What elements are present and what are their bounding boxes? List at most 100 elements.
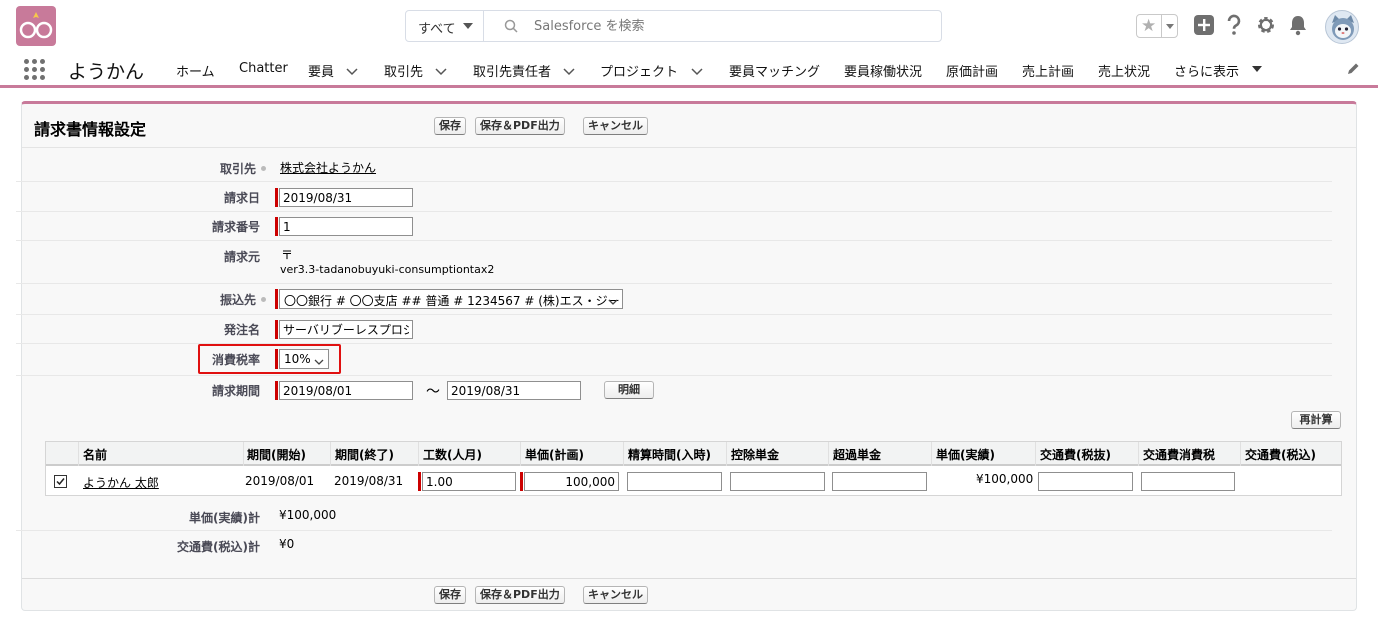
divider — [1161, 15, 1162, 37]
column-header[interactable]: 期間(開始) — [247, 446, 306, 463]
bank-account-selected: 〇〇銀行 # 〇〇支店 ## 普通 # 1234567 # (株)エス・ジー — [284, 294, 620, 308]
order-name-label: 発注名 — [223, 323, 260, 337]
avatar[interactable] — [1325, 10, 1359, 44]
divider — [1240, 442, 1241, 466]
nav-item-member-utilization[interactable]: 要員稼働状況 — [844, 61, 922, 80]
column-header[interactable]: 交通費(税抜) — [1040, 446, 1111, 463]
divider — [931, 442, 932, 466]
app-launcher-icon[interactable] — [24, 59, 48, 81]
divider — [16, 530, 1332, 531]
divider — [726, 442, 727, 466]
manmonth-field[interactable] — [422, 472, 516, 491]
pencil-icon[interactable] — [1346, 62, 1360, 79]
period-start-field[interactable] — [279, 381, 413, 400]
save-button-footer[interactable]: 保存 — [434, 586, 466, 604]
divider — [16, 240, 1332, 241]
column-header[interactable]: 単価(実績) — [936, 446, 995, 463]
divider — [1035, 442, 1036, 466]
nav-item-cost-plan[interactable]: 原価計画 — [946, 61, 998, 80]
travel-ex-tax-field[interactable] — [1038, 472, 1133, 491]
period-end-field[interactable] — [447, 381, 581, 400]
divider — [520, 442, 521, 466]
table-header: 名前 期間(開始) 期間(終了) 工数(人月) 単価(計画) 精算時間(入時) … — [46, 442, 1341, 466]
chevron-down-icon[interactable] — [691, 65, 703, 79]
required-indicator — [275, 381, 278, 400]
cancel-button-footer[interactable]: キャンセル — [583, 586, 648, 604]
org-logo[interactable] — [16, 6, 56, 46]
save-button[interactable]: 保存 — [434, 117, 466, 135]
divider — [1138, 442, 1139, 466]
bell-icon[interactable] — [1288, 14, 1308, 39]
divider — [16, 181, 1332, 182]
divider — [330, 442, 331, 466]
gear-icon[interactable] — [1256, 14, 1276, 39]
divider — [243, 442, 244, 466]
unit-price-plan-field[interactable] — [524, 472, 619, 491]
nav-item-members[interactable]: 要員 — [308, 61, 334, 80]
column-header[interactable]: 単価(計画) — [525, 446, 584, 463]
column-header[interactable]: 控除単金 — [731, 446, 779, 463]
nav-item-sales-plan[interactable]: 売上計画 — [1022, 61, 1074, 80]
nav-item-accounts[interactable]: 取引先 — [384, 61, 423, 80]
order-name-field[interactable] — [279, 320, 413, 339]
account-link[interactable]: 株式会社ようかん — [280, 159, 376, 176]
column-header[interactable]: 交通費消費税 — [1143, 446, 1215, 463]
member-name-link[interactable]: ようかん 太郎 — [83, 474, 159, 491]
invoice-number-field[interactable] — [279, 217, 413, 236]
app-name: ようかん — [68, 61, 145, 83]
star-icon[interactable]: ★ — [1141, 16, 1156, 36]
bank-label: 振込先 — [219, 293, 256, 307]
billing-date-label: 請求日 — [223, 191, 260, 205]
checkmark-icon — [56, 478, 65, 486]
search-input[interactable] — [534, 16, 914, 36]
chevron-down-icon[interactable] — [563, 65, 575, 79]
detail-button[interactable]: 明細 — [604, 381, 654, 399]
save-pdf-button-footer[interactable]: 保存＆PDF出力 — [475, 586, 565, 604]
period-separator: 〜 — [426, 384, 440, 400]
column-header[interactable]: 工数(人月) — [423, 446, 482, 463]
column-header[interactable]: 超過単金 — [833, 446, 881, 463]
favorites-button[interactable]: ★ — [1136, 14, 1178, 38]
bank-account-select[interactable]: 〇〇銀行 # 〇〇支店 ## 普通 # 1234567 # (株)エス・ジー — [279, 289, 623, 309]
nav-item-member-matching[interactable]: 要員マッチング — [729, 61, 820, 80]
app-navigation: ようかん ホーム Chatter 要員 取引先 取引先責任者 プロジェクト 要員… — [0, 52, 1378, 88]
column-header[interactable]: 名前 — [83, 446, 107, 463]
add-icon[interactable] — [1193, 14, 1215, 39]
nav-item-chatter[interactable]: Chatter — [239, 61, 288, 76]
divider — [16, 314, 1332, 315]
chevron-down-icon[interactable] — [346, 65, 358, 79]
travel-tax-field[interactable] — [1141, 472, 1235, 491]
required-indicator — [275, 320, 278, 339]
nav-item-more[interactable]: さらに表示 — [1174, 61, 1239, 80]
unit-actual-total-label: 単価(実績)計 — [189, 511, 260, 525]
column-header[interactable]: 精算時間(入時) — [628, 446, 711, 463]
billing-period-label: 請求期間 — [211, 384, 260, 398]
settlement-hours-field[interactable] — [627, 472, 722, 491]
recalculate-button[interactable]: 再計算 — [1291, 411, 1341, 429]
caret-down-icon[interactable] — [1252, 66, 1262, 72]
nav-item-home[interactable]: ホーム — [176, 61, 215, 80]
column-header[interactable]: 交通費(税込) — [1245, 446, 1316, 463]
chevron-down-icon[interactable] — [1166, 24, 1174, 29]
nav-item-sales-status[interactable]: 売上状況 — [1098, 61, 1150, 80]
column-header[interactable]: 期間(終了) — [335, 446, 394, 463]
period-end-cell: 2019/08/31 — [334, 474, 404, 488]
excess-rate-field[interactable] — [832, 472, 927, 491]
help-icon[interactable] — [1226, 14, 1242, 39]
nav-item-projects[interactable]: プロジェクト — [600, 61, 678, 80]
save-pdf-button[interactable]: 保存＆PDF出力 — [475, 117, 565, 135]
chevron-down-icon[interactable] — [435, 65, 447, 79]
issuer-name: ver3.3-tadanobuyuki-consumptiontax2 — [280, 263, 495, 276]
global-header: すべて ★ — [0, 0, 1378, 52]
divider — [16, 283, 1332, 284]
deduction-rate-field[interactable] — [730, 472, 825, 491]
cancel-button[interactable]: キャンセル — [583, 117, 648, 135]
billing-date-field[interactable] — [279, 188, 413, 207]
nav-item-contacts[interactable]: 取引先責任者 — [473, 61, 551, 80]
divider — [16, 211, 1332, 212]
issuer-postal-mark: 〒 — [281, 248, 294, 262]
search-icon — [504, 19, 518, 36]
search-scope-dropdown[interactable]: すべて — [406, 11, 484, 41]
row-checkbox[interactable] — [54, 475, 67, 488]
panel-header: 請求書情報設定 保存 保存＆PDF出力 キャンセル — [22, 104, 1356, 148]
